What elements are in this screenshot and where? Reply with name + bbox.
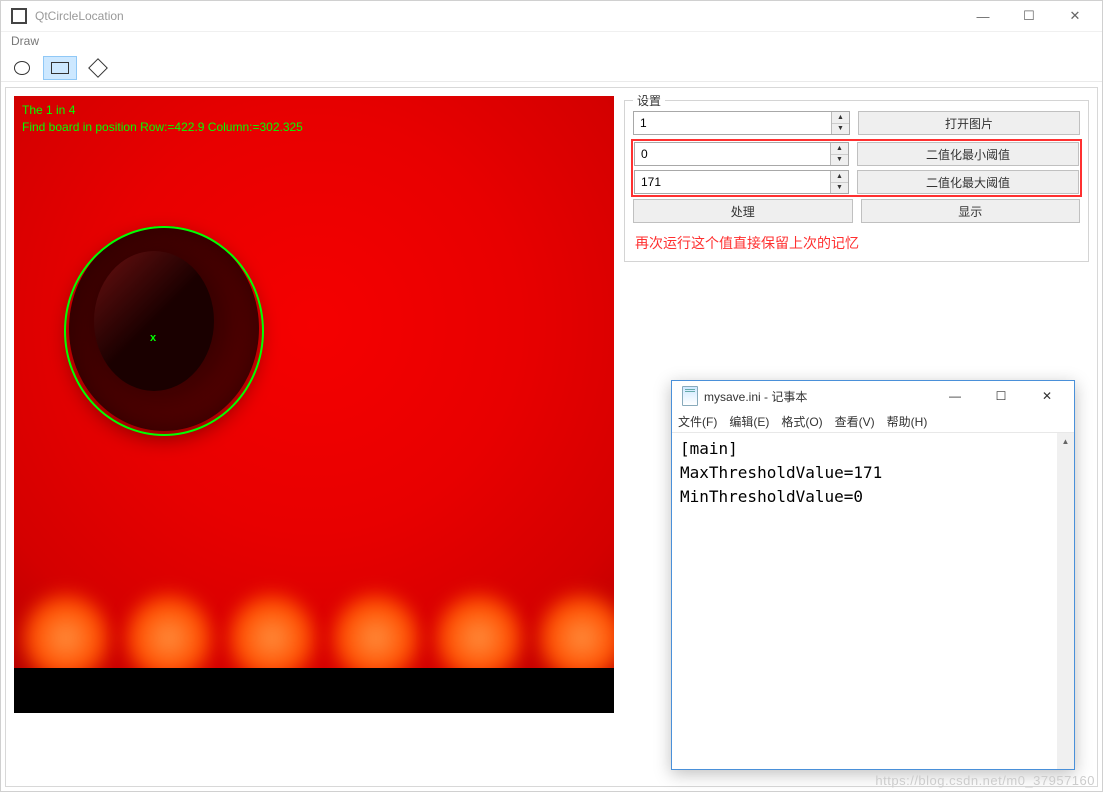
scroll-up-icon[interactable]: ▲ [1057,433,1074,450]
center-marker: x [150,332,156,344]
notepad-content[interactable]: [main] MaxThresholdValue=171 MinThreshol… [672,433,1074,769]
image-bottom-bar [14,668,614,713]
settings-title: 设置 [633,92,665,109]
tool-diamond[interactable] [81,56,115,80]
spinbox-min-threshold[interactable]: ▲▼ [634,142,849,166]
spinbox-max-threshold[interactable]: ▲▼ [634,170,849,194]
menubar: Draw [1,32,1102,54]
tool-ellipse[interactable] [5,56,39,80]
toolbar [1,54,1102,82]
max-threshold-button[interactable]: 二值化最大阈值 [857,170,1079,194]
min-threshold-button[interactable]: 二值化最小阈值 [857,142,1079,166]
watermark: https://blog.csdn.net/m0_37957160 [875,773,1095,788]
maximize-button[interactable]: ☐ [1006,1,1052,31]
notepad-titlebar[interactable]: mysave.ini - 记事本 — ☐ ✕ [672,381,1074,411]
notepad-menu-view[interactable]: 查看(V) [835,413,875,430]
open-image-button[interactable]: 打开图片 [858,111,1080,135]
notepad-icon [682,386,698,406]
notepad-menu-format[interactable]: 格式(O) [781,413,822,430]
notepad-menu-file[interactable]: 文件(F) [678,413,717,430]
minimize-button[interactable]: — [960,1,1006,31]
spinbox-1[interactable]: ▲▼ [633,111,850,135]
notepad-window[interactable]: mysave.ini - 记事本 — ☐ ✕ 文件(F) 编辑(E) 格式(O)… [671,380,1075,770]
notepad-maximize[interactable]: ☐ [978,382,1024,410]
titlebar: QtCircleLocation — ☐ ✕ [1,1,1102,32]
image-background: x [14,96,614,668]
overlay-text: The 1 in 4 Find board in position Row:=4… [22,102,303,136]
detection-circle [64,226,264,436]
tool-rectangle[interactable] [43,56,77,80]
notepad-menu-edit[interactable]: 编辑(E) [729,413,769,430]
threshold-highlight: ▲▼ 二值化最小阈值 ▲▼ 二值化最大阈值 [633,141,1080,195]
menu-draw[interactable]: Draw [7,34,43,48]
settings-groupbox: 设置 ▲▼ 打开图片 ▲▼ 二值化最小阈值 [624,100,1089,262]
diamond-icon [88,58,108,78]
app-icon [11,8,27,24]
notepad-close[interactable]: ✕ [1024,382,1070,410]
rectangle-icon [51,62,69,74]
show-button[interactable]: 显示 [861,199,1081,223]
notepad-menubar: 文件(F) 编辑(E) 格式(O) 查看(V) 帮助(H) [672,411,1074,433]
notepad-menu-help[interactable]: 帮助(H) [887,413,928,430]
window-title: QtCircleLocation [35,9,960,23]
settings-note: 再次运行这个值直接保留上次的记忆 [633,233,1080,253]
ellipse-icon [14,61,30,75]
spin-buttons[interactable]: ▲▼ [831,112,849,134]
spinbox-1-input[interactable] [634,112,831,134]
notepad-minimize[interactable]: — [932,382,978,410]
notepad-scrollbar[interactable]: ▲ [1057,433,1074,769]
image-viewer[interactable]: x The 1 in 4 Find board in position Row:… [14,96,614,713]
process-button[interactable]: 处理 [633,199,853,223]
max-threshold-input[interactable] [635,171,830,193]
close-button[interactable]: ✕ [1052,1,1098,31]
notepad-title: mysave.ini - 记事本 [704,388,932,405]
min-threshold-input[interactable] [635,143,830,165]
